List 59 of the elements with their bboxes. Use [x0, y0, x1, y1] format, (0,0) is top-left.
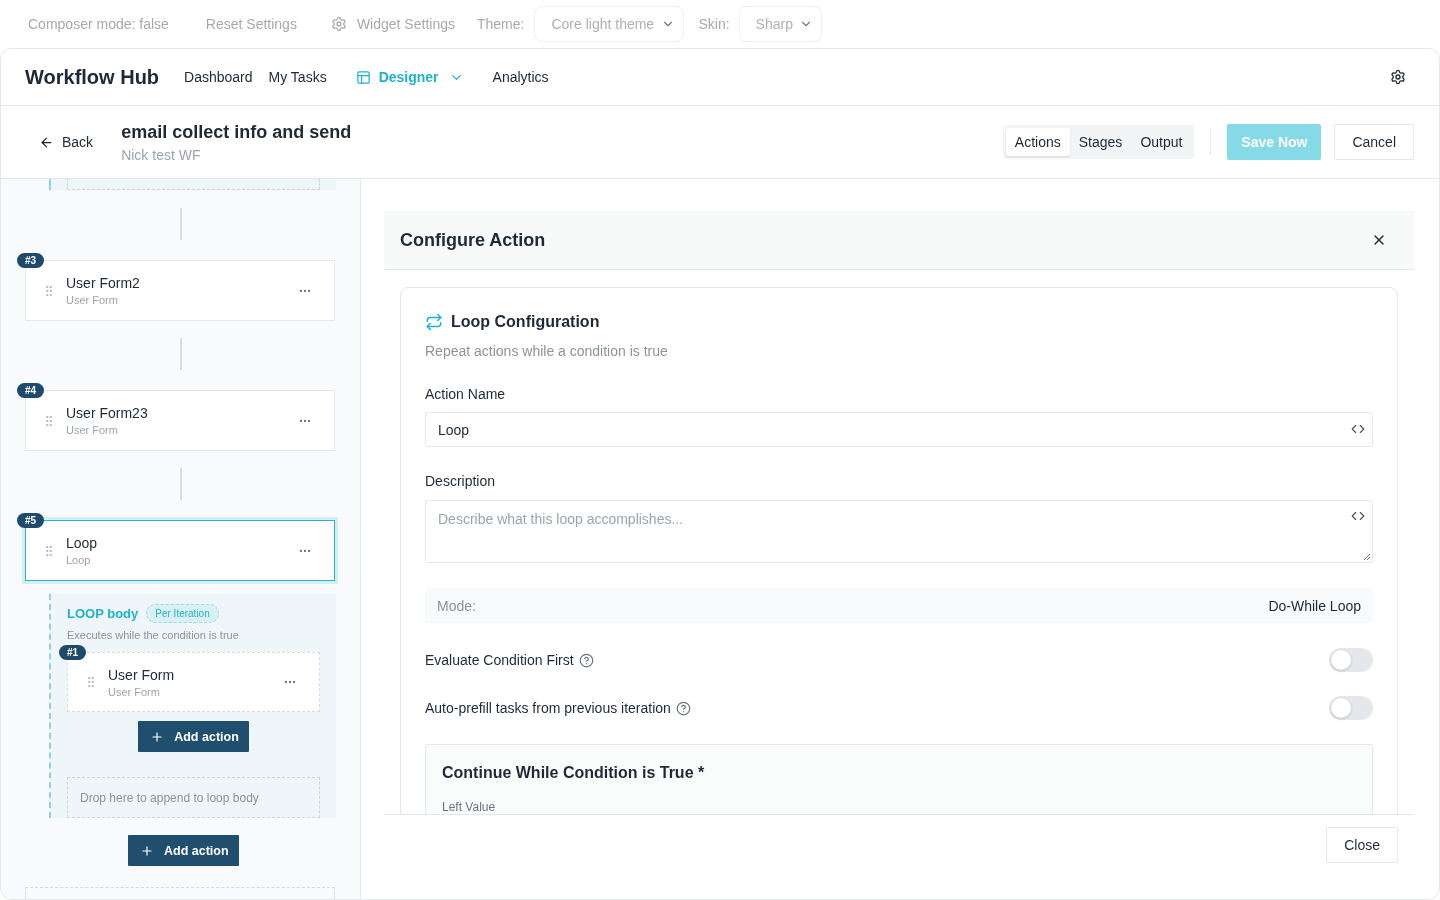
- loop-body-title: LOOP body: [67, 605, 139, 621]
- toggle-label: Auto-prefill tasks from previous iteration: [425, 700, 671, 716]
- app-title: Workflow Hub: [25, 65, 160, 89]
- view-tab[interactable]: Actions: [1005, 128, 1070, 156]
- settings-button[interactable]: [1390, 69, 1406, 85]
- iteration-tag: Per Iteration: [146, 603, 219, 623]
- loop-body-description: Executes while the condition is true: [67, 628, 239, 642]
- view-tab[interactable]: Stages: [1069, 128, 1132, 156]
- action-type: User Form: [66, 294, 119, 306]
- action-type: User Form: [108, 685, 161, 698]
- step-badge: #1: [59, 645, 87, 660]
- condition-title: Continue While Condition is True *: [442, 763, 706, 783]
- step-badge: #4: [17, 383, 45, 398]
- panel-title: Configure Action: [400, 229, 546, 251]
- skin-label: Skin:: [698, 16, 730, 32]
- action-type: Loop: [66, 554, 92, 566]
- back-button[interactable]: Back: [26, 128, 107, 156]
- help-icon[interactable]: [578, 652, 594, 668]
- view-tab[interactable]: Output: [1131, 128, 1192, 156]
- help-icon[interactable]: [675, 700, 691, 716]
- toggle-switch[interactable]: [1329, 648, 1373, 672]
- toggle-label: Evaluate Condition First: [425, 652, 574, 668]
- repeat-icon: [425, 313, 443, 331]
- workflow-title: email collect info and send: [121, 121, 352, 143]
- field-label: Action Name: [425, 385, 507, 404]
- action-title: User Form: [108, 666, 176, 683]
- section-subtitle: Repeat actions while a condition is true: [425, 342, 669, 360]
- settings-icon: [330, 16, 347, 32]
- add-action-button[interactable]: Add action: [138, 721, 249, 752]
- textarea-field[interactable]: Describe what this loop accomplishes...: [425, 500, 1373, 563]
- cancel-button[interactable]: Cancel: [1334, 124, 1414, 160]
- mode-value: Do-While Loop: [1268, 597, 1361, 614]
- plus-icon: [140, 843, 154, 858]
- action-title: User Form2: [66, 275, 141, 291]
- nav-link[interactable]: Dashboard: [176, 65, 261, 89]
- field-label: Description: [425, 472, 497, 491]
- add-action-button[interactable]: Add action: [128, 835, 239, 866]
- nav-link[interactable]: Analytics: [484, 65, 557, 89]
- composer-mode-text: Composer mode: false: [28, 16, 169, 32]
- mode-label: Mode:: [437, 597, 476, 614]
- nav-link[interactable]: My Tasks: [260, 65, 335, 89]
- theme-label: Theme:: [476, 16, 525, 32]
- step-badge: #5: [17, 513, 45, 528]
- toggle-switch[interactable]: [1329, 696, 1373, 720]
- field-label: Left Value: [442, 801, 497, 813]
- action-type: User Form: [66, 424, 119, 436]
- layout-icon: [355, 69, 371, 85]
- drop-zone: Drop here to append to loop body: [67, 777, 320, 818]
- resize-handle-icon[interactable]: [1363, 553, 1371, 561]
- step-badge: #3: [17, 253, 45, 268]
- section-title: Loop Configuration: [451, 313, 600, 331]
- code-icon[interactable]: [1351, 509, 1365, 523]
- close-button[interactable]: Close: [1326, 827, 1398, 863]
- plus-icon: [150, 729, 165, 744]
- workflow-subtitle: Nick test WF: [121, 146, 202, 163]
- input-field[interactable]: Loop: [425, 412, 1373, 447]
- action-title: User Form23: [66, 405, 149, 421]
- action-title: Loop: [66, 535, 99, 551]
- code-icon[interactable]: [1351, 422, 1365, 436]
